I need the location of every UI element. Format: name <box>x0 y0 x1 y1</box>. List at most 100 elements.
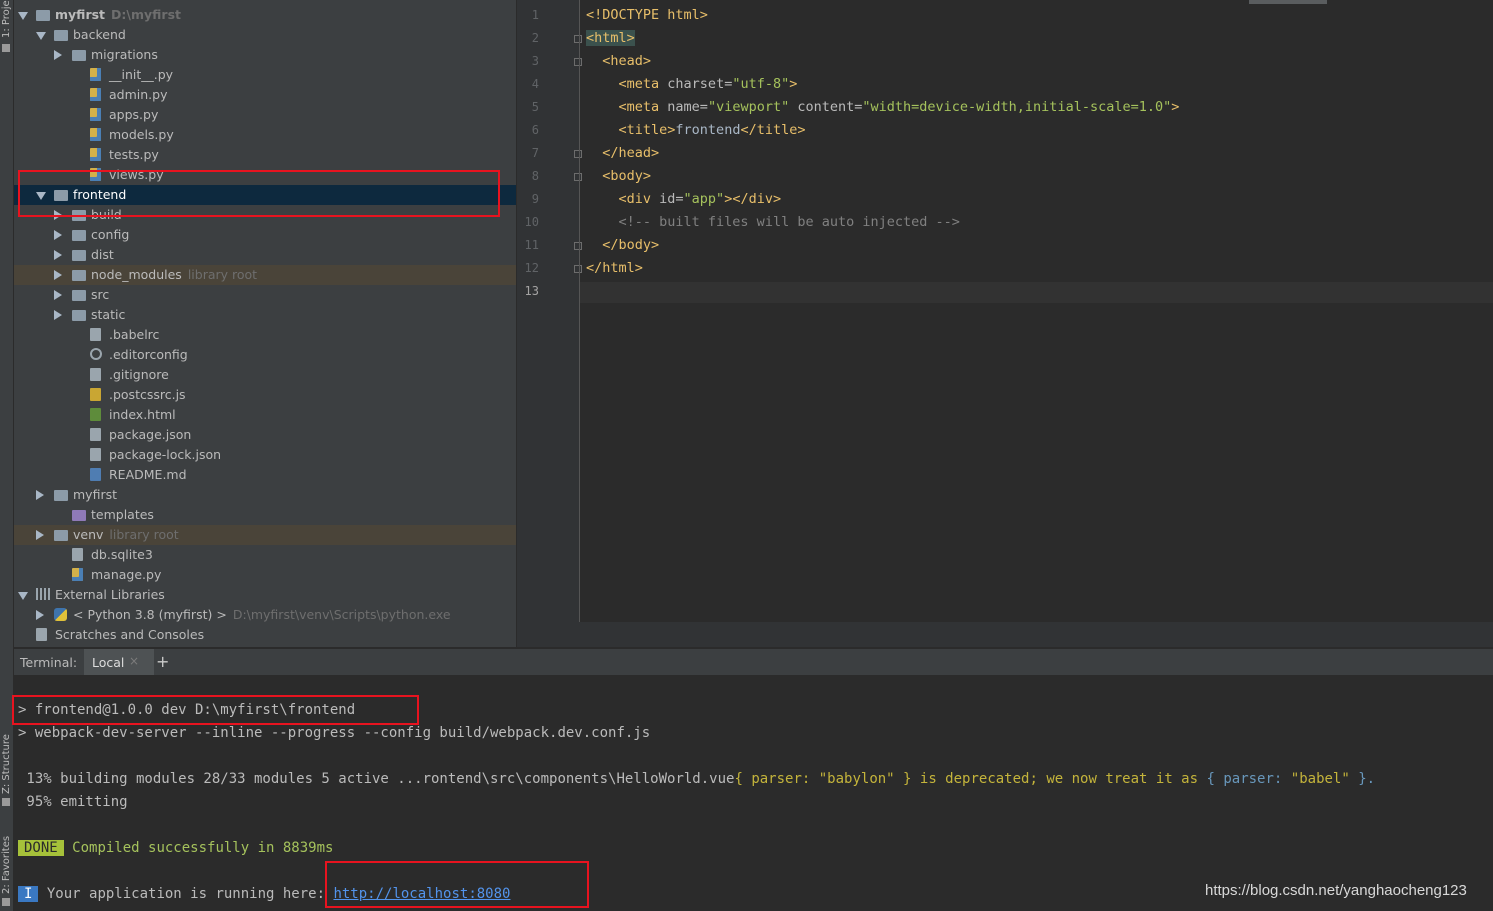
project-tab-icon <box>2 44 10 52</box>
folder-icon <box>54 530 68 541</box>
chevron-right-icon[interactable] <box>36 490 44 500</box>
folder-icon <box>54 30 68 41</box>
terminal-tab-local[interactable]: Local × <box>84 649 154 675</box>
fold-marker-icon[interactable] <box>574 265 582 273</box>
structure-tool-tab-label: Z: Structure <box>1 734 12 794</box>
favorites-tool-tab-label: 2: Favorites <box>1 835 12 894</box>
fold-marker-icon[interactable] <box>574 242 582 250</box>
fold-marker-icon[interactable] <box>574 35 582 43</box>
tree-item-models-py[interactable]: models.py <box>14 125 516 145</box>
tree-item-migrations[interactable]: migrations <box>14 45 516 65</box>
add-terminal-button[interactable]: + <box>156 652 169 671</box>
fold-marker-icon[interactable] <box>574 150 582 158</box>
close-icon[interactable]: × <box>129 654 139 668</box>
tree-item-text: External Libraries <box>55 587 165 602</box>
project-tool-tab[interactable]: 1: Project <box>0 0 13 60</box>
fold-marker-icon[interactable] <box>574 173 582 181</box>
fold-marker-icon[interactable] <box>574 58 582 66</box>
chevron-down-icon[interactable] <box>18 12 28 20</box>
chevron-right-icon[interactable] <box>36 530 44 540</box>
tree-item-label: migrations <box>91 47 158 62</box>
chevron-down-icon[interactable] <box>36 192 46 200</box>
file-icon <box>90 328 101 341</box>
tree-item-text: venv <box>73 527 104 542</box>
tree-item-index-html[interactable]: index.html <box>14 405 516 425</box>
chevron-right-icon[interactable] <box>36 610 44 620</box>
tree-item-text: .editorconfig <box>109 347 188 362</box>
parser-old-value: "babylon" <box>818 771 895 787</box>
tree-item-label: src <box>91 287 109 302</box>
chevron-right-icon[interactable] <box>54 230 62 240</box>
build-progress-text: 13% building modules 28/33 modules 5 act… <box>18 771 735 787</box>
tree-item-venv[interactable]: venv library root <box>14 525 516 545</box>
file-icon <box>72 548 83 561</box>
chevron-right-icon[interactable] <box>54 310 62 320</box>
chevron-right-icon[interactable] <box>54 270 62 280</box>
tree-item-package-lock-json[interactable]: package-lock.json <box>14 445 516 465</box>
tree-item-text: .babelrc <box>109 327 160 342</box>
left-tool-stripe: 1: Project Z: Structure 2: Favorites <box>0 0 14 911</box>
tree-item-postcssrc-js[interactable]: .postcssrc.js <box>14 385 516 405</box>
tree-item-init-py[interactable]: __init__.py <box>14 65 516 85</box>
tree-item-myfirst[interactable]: myfirst D:\myfirst <box>14 5 516 25</box>
file-icon <box>90 448 101 461</box>
tree-item-gitignore[interactable]: .gitignore <box>14 365 516 385</box>
editor-scroll-thumb[interactable] <box>1249 0 1327 4</box>
structure-tool-tab[interactable]: Z: Structure <box>0 728 13 808</box>
tree-item-manage-py[interactable]: manage.py <box>14 565 516 585</box>
tree-item-readme-md[interactable]: README.md <box>14 465 516 485</box>
library-icon <box>36 588 50 600</box>
favorites-star-icon <box>2 898 10 906</box>
tree-item-src[interactable]: src <box>14 285 516 305</box>
tree-item-text: Scratches and Consoles <box>55 627 205 642</box>
tree-item-text: frontend <box>73 187 127 202</box>
chevron-right-icon[interactable] <box>54 290 62 300</box>
tree-item-db-sqlite3[interactable]: db.sqlite3 <box>14 545 516 565</box>
code-line-9: <div id="app"></div> <box>618 191 782 207</box>
tree-item-static[interactable]: static <box>14 305 516 325</box>
tree-item-tests-py[interactable]: tests.py <box>14 145 516 165</box>
parser-key: parser: <box>751 771 819 787</box>
tree-item-backend[interactable]: backend <box>14 25 516 45</box>
python-file-icon <box>90 168 101 181</box>
folder-icon <box>72 510 86 521</box>
tree-item-build[interactable]: build <box>14 205 516 225</box>
tree-item-label: .gitignore <box>109 367 169 382</box>
chevron-down-icon[interactable] <box>18 592 28 600</box>
tree-item-apps-py[interactable]: apps.py <box>14 105 516 125</box>
tree-item-dist[interactable]: dist <box>14 245 516 265</box>
watermark-text: https://blog.csdn.net/yanghaocheng123 <box>1205 882 1467 899</box>
tree-item-frontend[interactable]: frontend <box>14 185 516 205</box>
tree-item-label: __init__.py <box>109 67 173 82</box>
favorites-tool-tab[interactable]: 2: Favorites <box>0 826 13 911</box>
chevron-down-icon[interactable] <box>36 32 46 40</box>
python-file-icon <box>72 568 83 581</box>
tree-item-templates[interactable]: templates <box>14 505 516 525</box>
tree-item-myfirst[interactable]: myfirst <box>14 485 516 505</box>
terminal-line: > frontend@1.0.0 dev D:\myfirst\frontend <box>18 702 356 718</box>
terminal-line: > webpack-dev-server --inline --progress… <box>18 725 651 741</box>
tree-item-text: backend <box>73 27 126 42</box>
chevron-right-icon[interactable] <box>54 250 62 260</box>
tree-item-views-py[interactable]: views.py <box>14 165 516 185</box>
chevron-right-icon[interactable] <box>54 50 62 60</box>
tree-item-python-3-8-myfirst[interactable]: < Python 3.8 (myfirst) > D:\myfirst\venv\… <box>14 605 516 625</box>
parser-new-key: { parser: <box>1206 771 1291 787</box>
tree-item-editorconfig[interactable]: .editorconfig <box>14 345 516 365</box>
tree-item-text: .gitignore <box>109 367 169 382</box>
code-line-11: </body> <box>602 237 660 253</box>
chevron-right-icon[interactable] <box>54 210 62 220</box>
tree-item-admin-py[interactable]: admin.py <box>14 85 516 105</box>
tree-item-label: config <box>91 227 129 242</box>
tree-item-babelrc[interactable]: .babelrc <box>14 325 516 345</box>
tree-item-scratches-and-consoles[interactable]: Scratches and Consoles <box>14 625 516 645</box>
tree-item-external-libraries[interactable]: External Libraries <box>14 585 516 605</box>
tree-item-node-modules[interactable]: node_modules library root <box>14 265 516 285</box>
tree-item-config[interactable]: config <box>14 225 516 245</box>
line-number: 9 <box>531 192 539 206</box>
code-editor[interactable]: 1 2 3 4 5 6 7 8 9 10 11 12 13 <!DOCTYPE html> <html>… <box>517 0 1493 622</box>
terminal-output[interactable]: > frontend@1.0.0 dev D:\myfirst\frontend… <box>14 675 1493 911</box>
tree-item-package-json[interactable]: package.json <box>14 425 516 445</box>
terminal-tab-label: Local <box>92 655 125 670</box>
localhost-link[interactable]: http://localhost:8080 <box>333 886 510 902</box>
